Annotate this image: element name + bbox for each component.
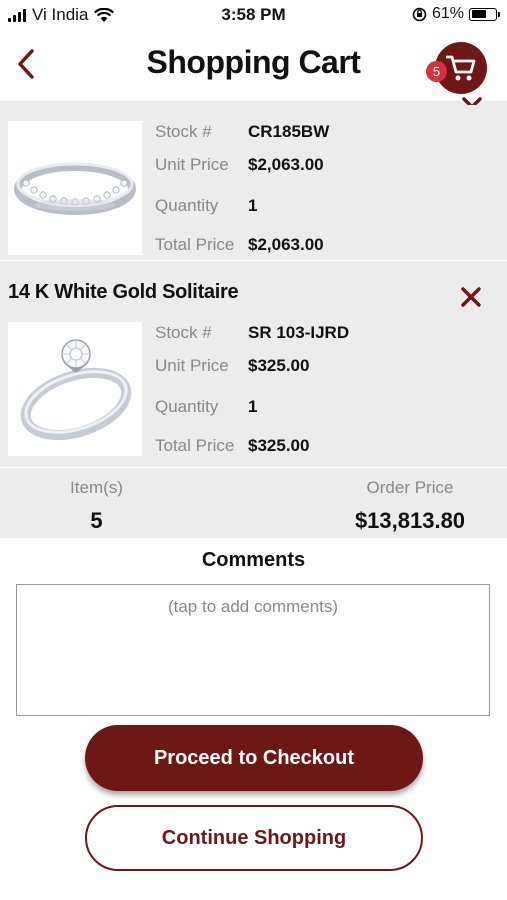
quantity-label: Quantity (155, 397, 219, 416)
total-price-label: Total Price (155, 436, 235, 455)
diamond-band-ring-icon (14, 162, 136, 215)
stock-row: Stock # SR 103-IJRD (155, 323, 349, 343)
solitaire-ring-icon (20, 339, 132, 441)
quantity-row: Quantity 1 (155, 397, 257, 417)
cart-count-badge: 5 (426, 61, 447, 82)
continue-shopping-button[interactable]: Continue Shopping (85, 805, 423, 871)
stock-label: Stock # (155, 323, 212, 342)
order-price-value: $13,813.80 (354, 508, 466, 533)
unit-price-value: $325.00 (248, 356, 310, 375)
unit-price-label: Unit Price (155, 155, 229, 174)
product-image[interactable] (8, 121, 142, 255)
total-price-value: $325.00 (248, 436, 310, 455)
stock-row: Stock # CR185BW (155, 122, 329, 142)
battery-icon (469, 7, 500, 21)
order-summary: Item(s) 5 Order Price $13,813.80 (0, 468, 507, 538)
quantity-value[interactable]: 1 (248, 397, 257, 416)
orientation-lock-icon (412, 7, 427, 21)
status-bar: Vi India 3:58 PM 61% (0, 0, 507, 30)
cart-button[interactable]: 5 (426, 42, 487, 94)
quantity-label: Quantity (155, 196, 219, 215)
proceed-to-checkout-button[interactable]: Proceed to Checkout (85, 725, 423, 791)
nav-bar: Shopping Cart 5 (0, 30, 507, 101)
quantity-value[interactable]: 1 (248, 196, 257, 215)
stock-label: Stock # (155, 122, 212, 141)
total-price-row: Total Price $2,063.00 (155, 235, 324, 255)
total-price-value: $2,063.00 (248, 235, 324, 254)
total-price-label: Total Price (155, 235, 235, 254)
cart-item: Stock # CR185BW Unit Price $2,063.00 Quant… (0, 97, 507, 260)
comments-title: Comments (201, 549, 306, 571)
unit-price-row: Unit Price $2,063.00 (155, 155, 324, 175)
close-icon (461, 287, 481, 307)
remove-item-button[interactable] (457, 283, 485, 311)
quantity-row: Quantity 1 (155, 196, 257, 216)
order-price-label: Order Price (366, 478, 454, 497)
stock-value: SR 103-IJRD (248, 323, 350, 342)
close-icon (462, 97, 482, 105)
stock-value: CR185BW (248, 122, 330, 141)
product-image[interactable] (8, 322, 142, 456)
unit-price-label: Unit Price (155, 356, 229, 375)
battery-percent: 61% (431, 5, 464, 22)
shopping-cart-icon (446, 55, 476, 81)
product-name: 14 K White Gold Solitaire (8, 281, 239, 303)
status-right: 61% (412, 5, 500, 23)
unit-price-value: $2,063.00 (248, 155, 324, 174)
items-count-label: Item(s) (70, 478, 123, 497)
unit-price-row: Unit Price $325.00 (155, 356, 309, 376)
cart-item: 14 K White Gold Solitaire Stock # SR 103-… (0, 261, 507, 467)
remove-item-button[interactable] (460, 95, 484, 105)
comments-input[interactable] (16, 584, 490, 716)
total-price-row: Total Price $325.00 (155, 436, 309, 456)
items-count-value: 5 (90, 508, 103, 533)
